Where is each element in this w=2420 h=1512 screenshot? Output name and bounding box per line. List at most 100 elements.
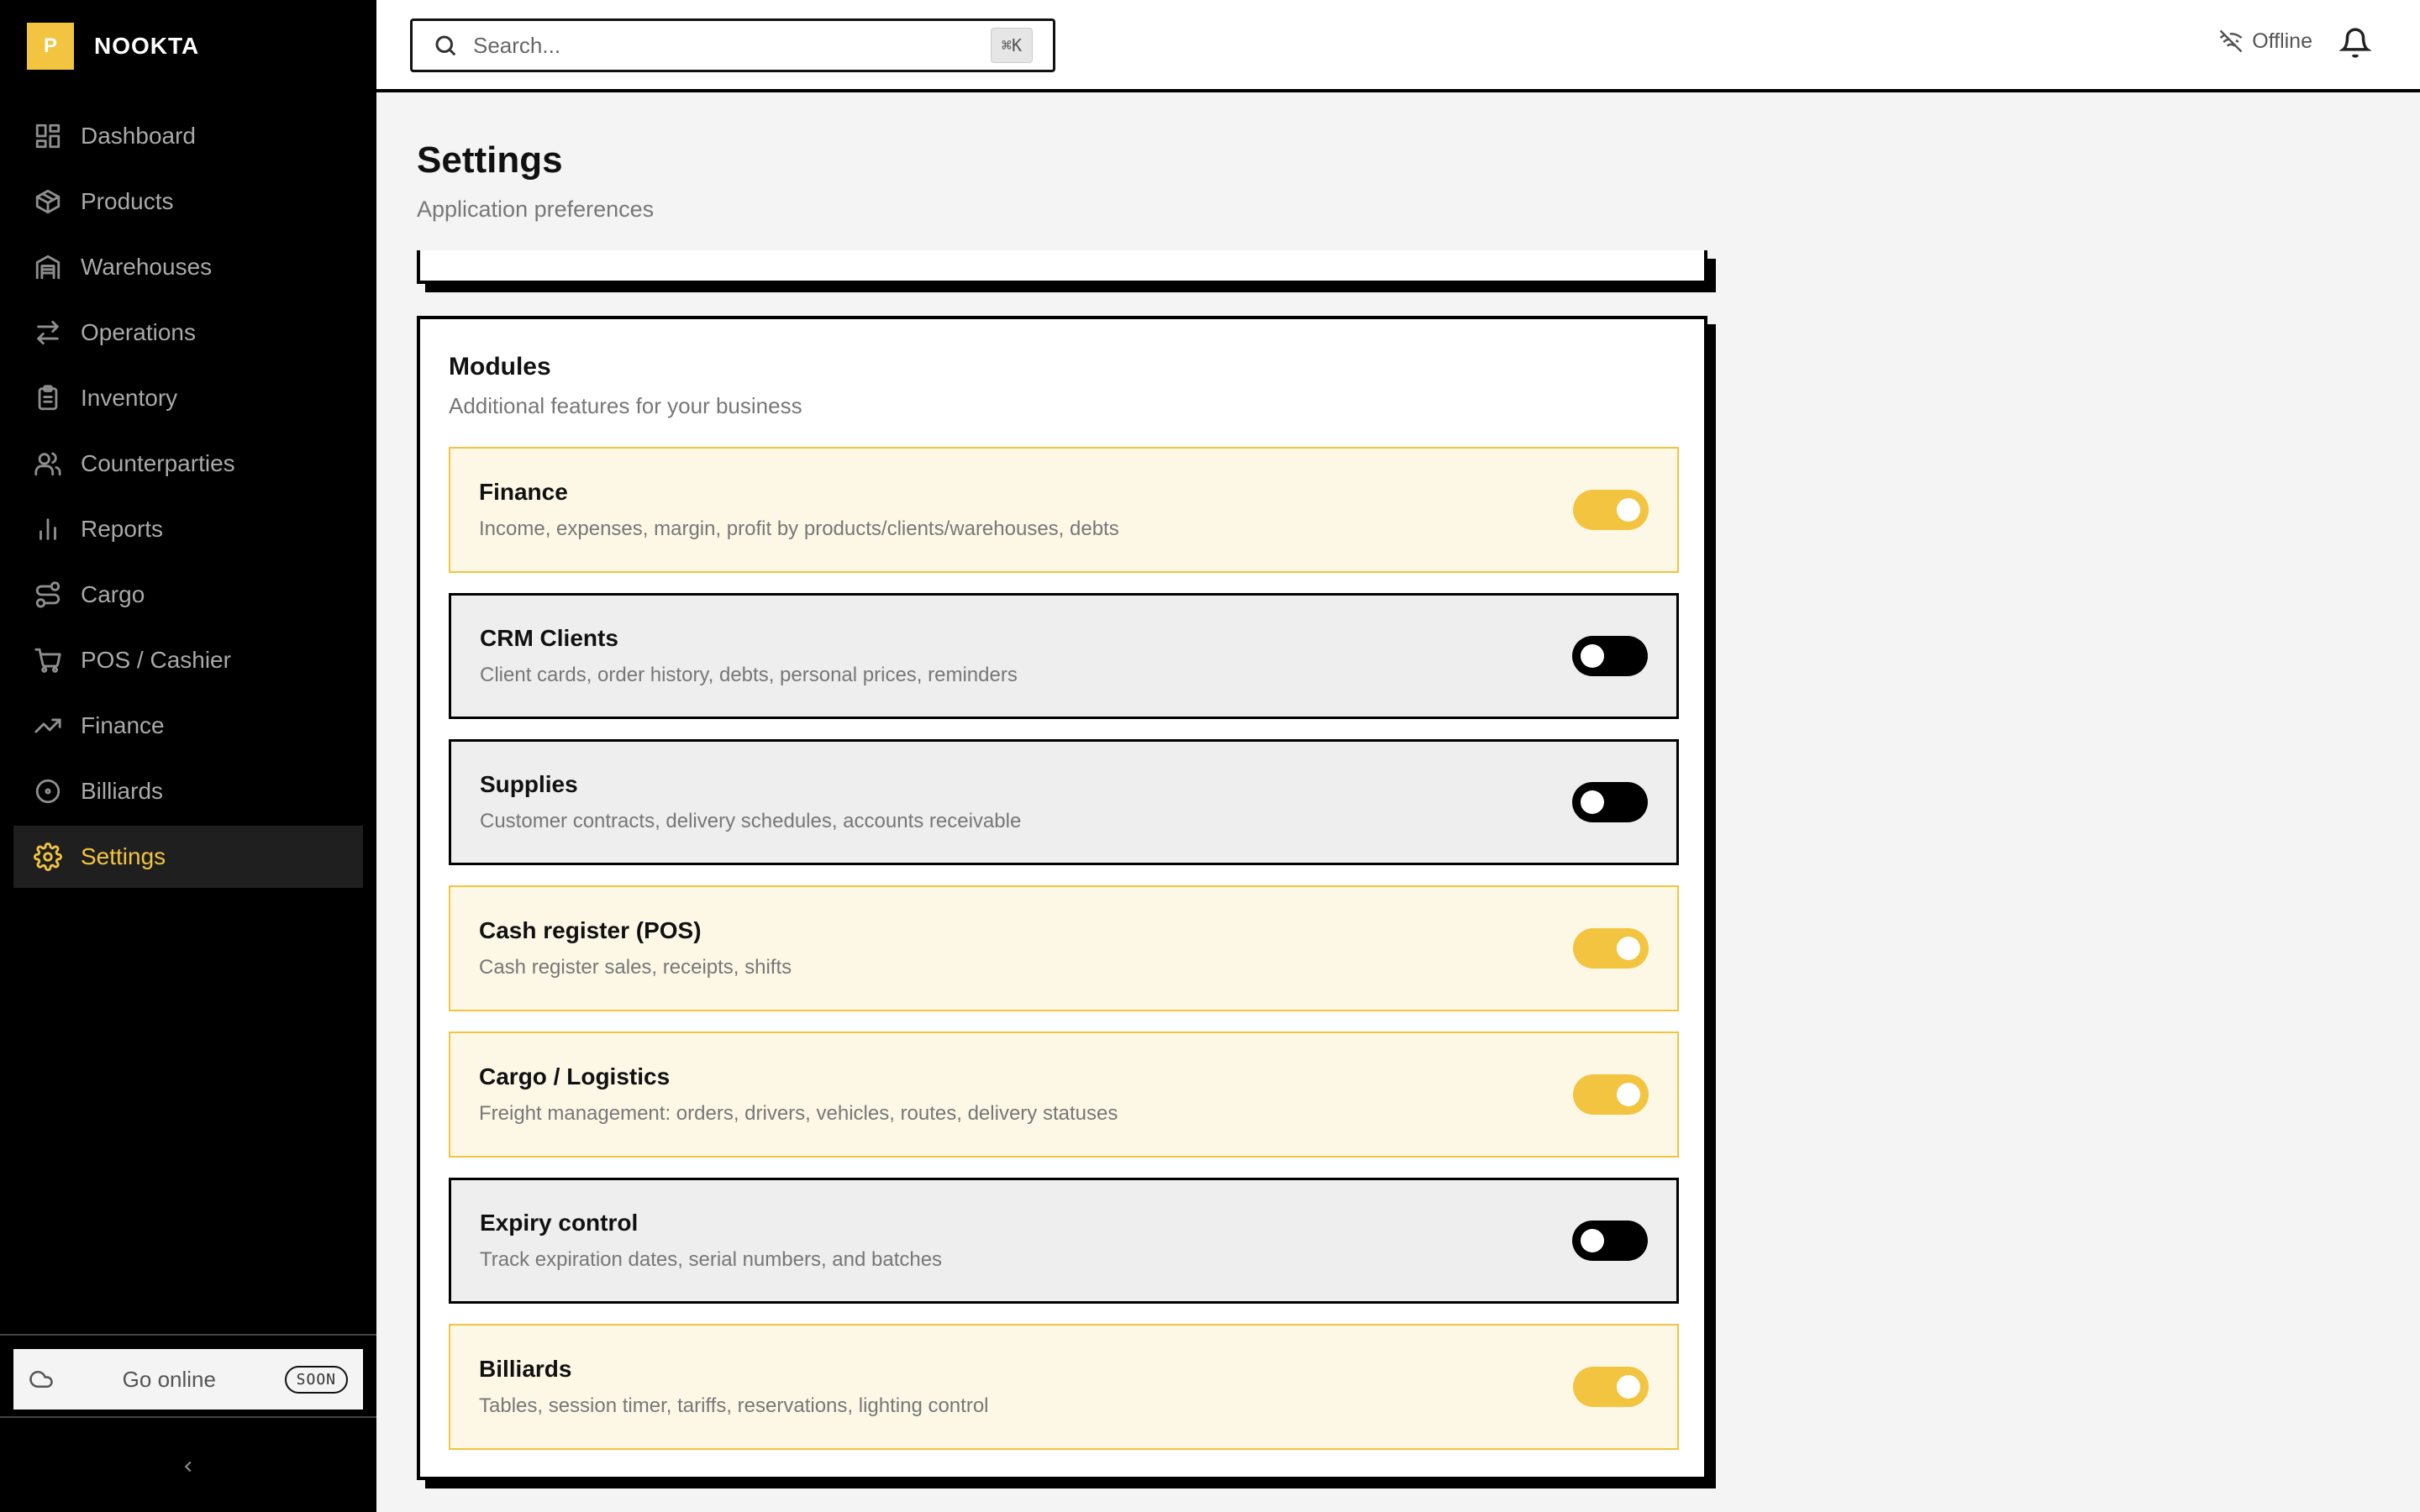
module-list: Finance Income, expenses, margin, profit… xyxy=(449,447,1679,1470)
go-online-label: Go online xyxy=(122,1366,216,1392)
connection-status-label: Offline xyxy=(2252,29,2312,53)
cloud-icon xyxy=(29,1371,53,1388)
collapse-sidebar-button[interactable] xyxy=(171,1450,205,1483)
sidebar-item-inventory[interactable]: Inventory xyxy=(13,367,363,429)
sidebar-item-label: Inventory xyxy=(81,385,178,411)
soon-badge: SOON xyxy=(284,1365,348,1394)
module-description: Client cards, order history, debts, pers… xyxy=(480,664,1018,686)
sidebar-item-label: Reports xyxy=(81,516,164,542)
sidebar-item-billiards[interactable]: Billiards xyxy=(13,760,363,822)
toggle-knob xyxy=(1617,937,1640,960)
module-supplies: Supplies Customer contracts, delivery sc… xyxy=(449,739,1679,865)
modules-card: Modules Additional features for your bus… xyxy=(417,316,1707,1480)
sidebar-item-pos-cashier[interactable]: POS / Cashier xyxy=(13,629,363,691)
sidebar-divider xyxy=(0,1334,376,1336)
sidebar-item-dashboard[interactable]: Dashboard xyxy=(13,105,363,167)
module-text: Cash register (POS) Cash register sales,… xyxy=(479,917,1573,979)
sidebar-item-cargo[interactable]: Cargo xyxy=(13,564,363,626)
toggle-knob xyxy=(1581,1229,1604,1252)
module-text: CRM Clients Client cards, order history,… xyxy=(480,625,1572,687)
sidebar-item-label: Settings xyxy=(81,843,166,869)
module-name: Supplies xyxy=(480,771,578,797)
bar-chart-icon xyxy=(39,518,56,540)
module-cargo-logistics: Cargo / Logistics Freight management: or… xyxy=(449,1032,1679,1158)
search-box[interactable]: ⌘K xyxy=(410,18,1055,72)
module-crm-clients-toggle[interactable] xyxy=(1572,636,1648,676)
module-cash-register: Cash register (POS) Cash register sales,… xyxy=(449,885,1679,1011)
sidebar-item-label: Warehouses xyxy=(81,254,213,280)
sidebar-item-settings[interactable]: Settings xyxy=(13,826,363,888)
modules-title: Modules xyxy=(449,353,551,381)
search-icon xyxy=(435,35,456,56)
sidebar-item-label: Counterparties xyxy=(81,450,235,476)
sidebar-item-counterparties[interactable]: Counterparties xyxy=(13,433,363,495)
module-description: Tables, session timer, tariffs, reservat… xyxy=(479,1394,989,1417)
sidebar-item-label: Products xyxy=(81,188,174,214)
module-finance-toggle[interactable] xyxy=(1573,490,1649,530)
module-text: Expiry control Track expiration dates, s… xyxy=(480,1210,1572,1272)
module-text: Billiards Tables, session timer, tariffs… xyxy=(479,1356,1573,1418)
sidebar-nav: Dashboard Products Warehouses Operations… xyxy=(13,105,363,891)
sidebar-item-finance[interactable]: Finance xyxy=(13,695,363,757)
sidebar-item-label: Dashboard xyxy=(81,123,196,149)
go-online-button[interactable]: Go online SOON xyxy=(13,1349,363,1410)
toggle-knob xyxy=(1581,790,1604,814)
module-text: Supplies Customer contracts, delivery sc… xyxy=(480,771,1572,833)
arrows-exchange-icon xyxy=(37,320,59,345)
module-description: Cash register sales, receipts, shifts xyxy=(479,956,792,979)
module-billiards-toggle[interactable] xyxy=(1573,1367,1649,1407)
route-icon xyxy=(35,581,60,608)
module-description: Customer contracts, delivery schedules, … xyxy=(480,810,1022,832)
warehouse-icon xyxy=(35,255,60,280)
users-icon xyxy=(34,452,61,476)
sidebar-divider xyxy=(0,1416,376,1418)
notifications-button[interactable] xyxy=(2338,27,2373,60)
module-expiry-control: Expiry control Track expiration dates, s… xyxy=(449,1178,1679,1304)
sidebar-item-label: Billiards xyxy=(81,778,164,804)
module-finance: Finance Income, expenses, margin, profit… xyxy=(449,447,1679,573)
module-description: Freight management: orders, drivers, veh… xyxy=(479,1102,1118,1125)
module-supplies-toggle[interactable] xyxy=(1572,782,1648,822)
sidebar-item-operations[interactable]: Operations xyxy=(13,302,363,364)
module-name: Finance xyxy=(479,479,568,505)
module-cash-register-toggle[interactable] xyxy=(1573,928,1649,969)
sidebar: P NOOKTA Dashboard Products Warehouses O… xyxy=(0,0,376,1512)
previous-settings-card xyxy=(417,250,1707,284)
toggle-knob xyxy=(1581,644,1604,668)
sidebar-item-reports[interactable]: Reports xyxy=(13,498,363,560)
module-cargo-logistics-toggle[interactable] xyxy=(1573,1074,1649,1115)
toggle-knob xyxy=(1617,498,1640,522)
sidebar-item-label: POS / Cashier xyxy=(81,647,231,673)
module-expiry-control-toggle[interactable] xyxy=(1572,1221,1648,1261)
toggle-knob xyxy=(1617,1083,1640,1106)
module-description: Track expiration dates, serial numbers, … xyxy=(480,1248,943,1271)
page-title: Settings xyxy=(417,139,563,181)
page-subtitle: Application preferences xyxy=(417,197,655,222)
sidebar-item-label: Cargo xyxy=(81,581,145,607)
wifi-off-icon xyxy=(2219,29,2243,53)
clipboard-icon xyxy=(38,385,58,411)
module-text: Finance Income, expenses, margin, profit… xyxy=(479,479,1573,541)
dashboard-grid-icon xyxy=(35,123,60,149)
search-input[interactable] xyxy=(473,32,976,59)
module-name: Expiry control xyxy=(480,1210,639,1236)
module-name: Cargo / Logistics xyxy=(479,1063,671,1089)
brand-logo: P xyxy=(27,23,74,70)
cart-icon xyxy=(34,648,61,673)
bell-icon xyxy=(2338,28,2372,58)
sidebar-item-products[interactable]: Products xyxy=(13,171,363,233)
module-crm-clients: CRM Clients Client cards, order history,… xyxy=(449,593,1679,719)
search-shortcut-hint: ⌘K xyxy=(990,28,1033,63)
module-name: CRM Clients xyxy=(480,625,618,651)
gear-icon xyxy=(34,843,62,871)
toggle-knob xyxy=(1617,1375,1640,1399)
connection-status[interactable]: Offline xyxy=(2218,29,2312,54)
sidebar-item-label: Finance xyxy=(81,712,165,738)
module-billiards: Billiards Tables, session timer, tariffs… xyxy=(449,1324,1679,1450)
brand-name: NOOKTA xyxy=(94,33,200,59)
sidebar-item-warehouses[interactable]: Warehouses xyxy=(13,236,363,298)
module-text: Cargo / Logistics Freight management: or… xyxy=(479,1063,1573,1126)
module-name: Cash register (POS) xyxy=(479,917,702,943)
modules-subtitle: Additional features for your business xyxy=(449,393,802,418)
brand[interactable]: P NOOKTA xyxy=(27,23,199,70)
